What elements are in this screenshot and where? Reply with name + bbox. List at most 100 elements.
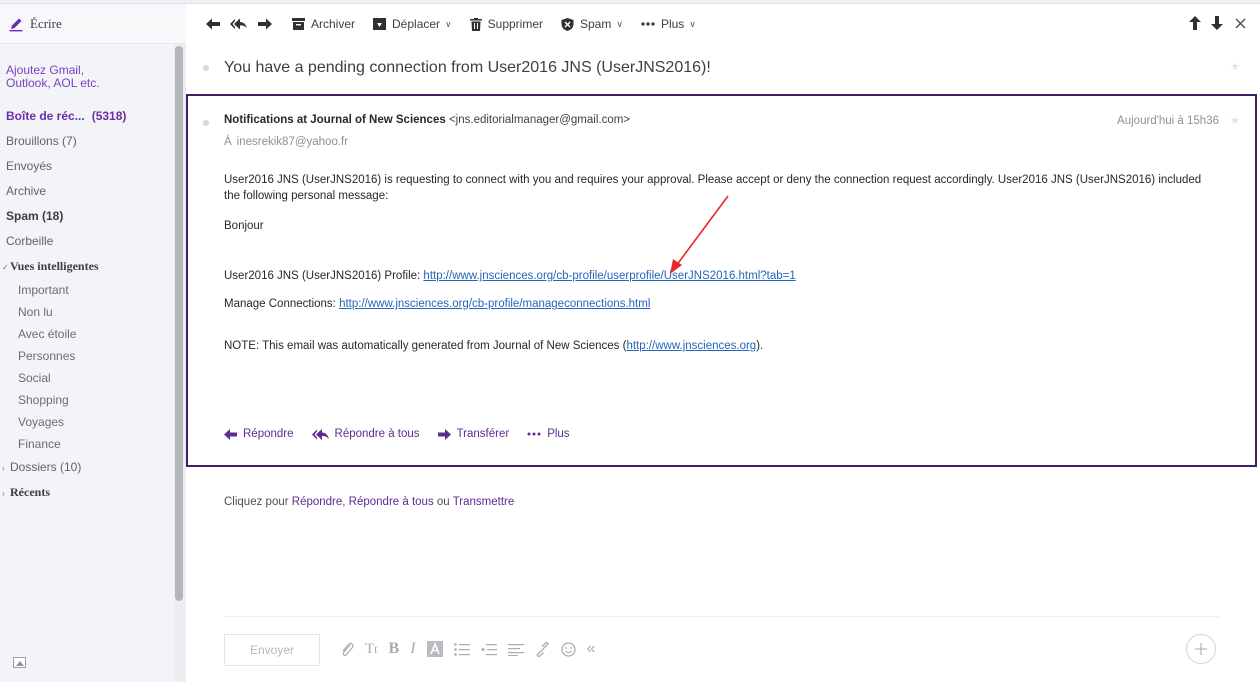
note-suffix: ). [756, 340, 764, 352]
quick-reply-prefix: Cliquez pour [224, 496, 292, 508]
more-label: Plus [660, 17, 685, 31]
message-card: Notifications at Journal of New Sciences… [186, 94, 1257, 467]
close-icon[interactable] [1235, 18, 1246, 29]
more-dots-icon [527, 432, 541, 436]
archive-icon [292, 18, 305, 30]
spam-label: Spam [580, 17, 612, 31]
sidebar-item-important[interactable]: Important [0, 279, 172, 301]
inbox-count: (5318) [91, 109, 127, 123]
quick-reply-link[interactable]: Répondre [292, 496, 343, 508]
annotation-arrow [670, 195, 729, 274]
emoji-icon[interactable] [560, 641, 576, 657]
profile-label: User2016 JNS (UserJNS2016) Profile: [224, 270, 424, 282]
reply-all-icon [311, 428, 329, 440]
forward-arrow-icon[interactable] [258, 18, 272, 30]
spam-button[interactable]: Spam ∨ [561, 17, 623, 31]
toolbar-right [1179, 16, 1246, 30]
reply-all-label: Répondre à tous [334, 428, 420, 440]
link-icon[interactable] [535, 641, 550, 657]
sidebar-item-spam[interactable]: Spam (18) [0, 204, 172, 229]
reply-label: Répondre [243, 428, 294, 440]
more-actions-button[interactable]: Plus [527, 428, 570, 440]
back-arrow-icon[interactable] [206, 18, 220, 30]
add-accounts-link[interactable]: Ajoutez Gmail, Outlook, AOL etc. [0, 52, 172, 104]
delete-label: Supprimer [487, 17, 543, 31]
compose-label: Écrire [30, 15, 62, 31]
sidebar-item-travel[interactable]: Voyages [0, 411, 172, 433]
move-folder-icon [373, 18, 387, 30]
message-date: Aujourd'hui à 15h36 [1117, 115, 1219, 127]
archive-button[interactable]: Archiver [292, 17, 355, 31]
send-button[interactable]: Envoyer [224, 634, 320, 666]
inbox-label: Boîte de réc... [6, 109, 85, 123]
site-link[interactable]: http://www.jnsciences.org [626, 340, 756, 352]
sidebar-item-starred[interactable]: Avec étoile [0, 323, 172, 345]
move-label: Déplacer [392, 17, 441, 31]
sidebar-item-inbox[interactable]: Boîte de réc... (5318) [0, 104, 172, 129]
sender-line: Notifications at Journal of New Sciences… [224, 114, 630, 126]
sender-name[interactable]: Notifications at Journal of New Sciences [224, 114, 446, 126]
more-dots-icon [641, 22, 655, 26]
sidebar-item-finance[interactable]: Finance [0, 433, 172, 455]
compose-button[interactable]: Écrire [0, 4, 186, 44]
forward-button[interactable]: Transférer [437, 428, 510, 440]
read-status-dot[interactable] [203, 120, 209, 126]
star-icon[interactable]: ★ [1230, 114, 1240, 127]
composer-divider [224, 616, 1219, 617]
move-button[interactable]: Déplacer ∨ [373, 17, 452, 31]
collapse-toolbar-icon[interactable]: « [587, 640, 596, 658]
bold-icon[interactable]: B [389, 640, 400, 658]
formatting-toolbar: Tt B I « [340, 640, 606, 658]
sidebar-item-social[interactable]: Social [0, 367, 172, 389]
manage-connections-link[interactable]: http://www.jnsciences.org/cb-profile/man… [339, 298, 650, 310]
sidebar-item-trash[interactable]: Corbeille [0, 229, 172, 254]
manage-label: Manage Connections: [224, 298, 340, 310]
italic-icon[interactable]: I [410, 640, 415, 658]
sidebar-item-folders[interactable]: › Dossiers (10) [0, 455, 172, 480]
add-accounts-line-2: Outlook, AOL etc. [6, 76, 100, 90]
indent-icon[interactable] [481, 643, 497, 656]
more-button[interactable]: Plus ∨ [641, 17, 696, 31]
note-line: NOTE: This email was automatically gener… [224, 338, 1214, 354]
shield-icon [561, 17, 574, 31]
recipient-prefix: À [224, 136, 232, 148]
sidebar-item-archive[interactable]: Archive [0, 179, 172, 204]
sidebar-item-recents[interactable]: › Récents [0, 480, 172, 505]
sidebar-item-unread[interactable]: Non lu [0, 301, 172, 323]
align-icon[interactable] [507, 643, 524, 656]
sidebar-item-drafts[interactable]: Brouillons (7) [0, 129, 172, 154]
more-actions-label: Plus [547, 428, 570, 440]
next-message-icon[interactable] [1211, 16, 1223, 30]
attachment-icon[interactable] [340, 641, 354, 657]
smart-views-header[interactable]: ✓Vues intelligentes [0, 254, 172, 279]
sidebar-item-sent[interactable]: Envoyés [0, 154, 172, 179]
sidebar-scrollbar-thumb[interactable] [175, 46, 183, 601]
forward-icon [437, 428, 451, 440]
reply-icon [224, 428, 237, 440]
reply-button[interactable]: Répondre [224, 428, 294, 440]
font-size-icon[interactable]: Tt [365, 641, 378, 658]
reply-all-button[interactable]: Répondre à tous [311, 428, 420, 440]
plus-icon [1195, 643, 1207, 655]
profile-link[interactable]: http://www.jnsciences.org/cb-profile/use… [423, 270, 795, 282]
chevron-down-icon: ✓ [2, 263, 9, 272]
reply-all-icon[interactable] [230, 18, 248, 30]
previous-message-icon[interactable] [1189, 16, 1201, 30]
recipient-email: inesrekik87@yahoo.fr [236, 136, 349, 148]
pencil-icon [8, 16, 24, 32]
folders-label: Dossiers (10) [10, 460, 82, 474]
read-status-dot[interactable] [203, 65, 209, 71]
quick-reply-all-link[interactable]: Répondre à tous [349, 496, 434, 508]
forward-label: Transférer [456, 428, 510, 440]
sidebar-item-shopping[interactable]: Shopping [0, 389, 172, 411]
star-icon[interactable]: ★ [1230, 60, 1240, 73]
sidebar-item-people[interactable]: Personnes [0, 345, 172, 367]
text-color-icon[interactable] [426, 641, 443, 657]
add-attachment-button[interactable] [1186, 634, 1216, 664]
chevron-down-icon: ∨ [689, 18, 696, 29]
bullet-list-icon[interactable] [453, 642, 470, 656]
delete-button[interactable]: Supprimer [469, 17, 543, 31]
quick-forward-link[interactable]: Transmettre [453, 496, 515, 508]
image-icon[interactable] [13, 657, 26, 668]
chevron-down-icon: ∨ [616, 18, 623, 29]
